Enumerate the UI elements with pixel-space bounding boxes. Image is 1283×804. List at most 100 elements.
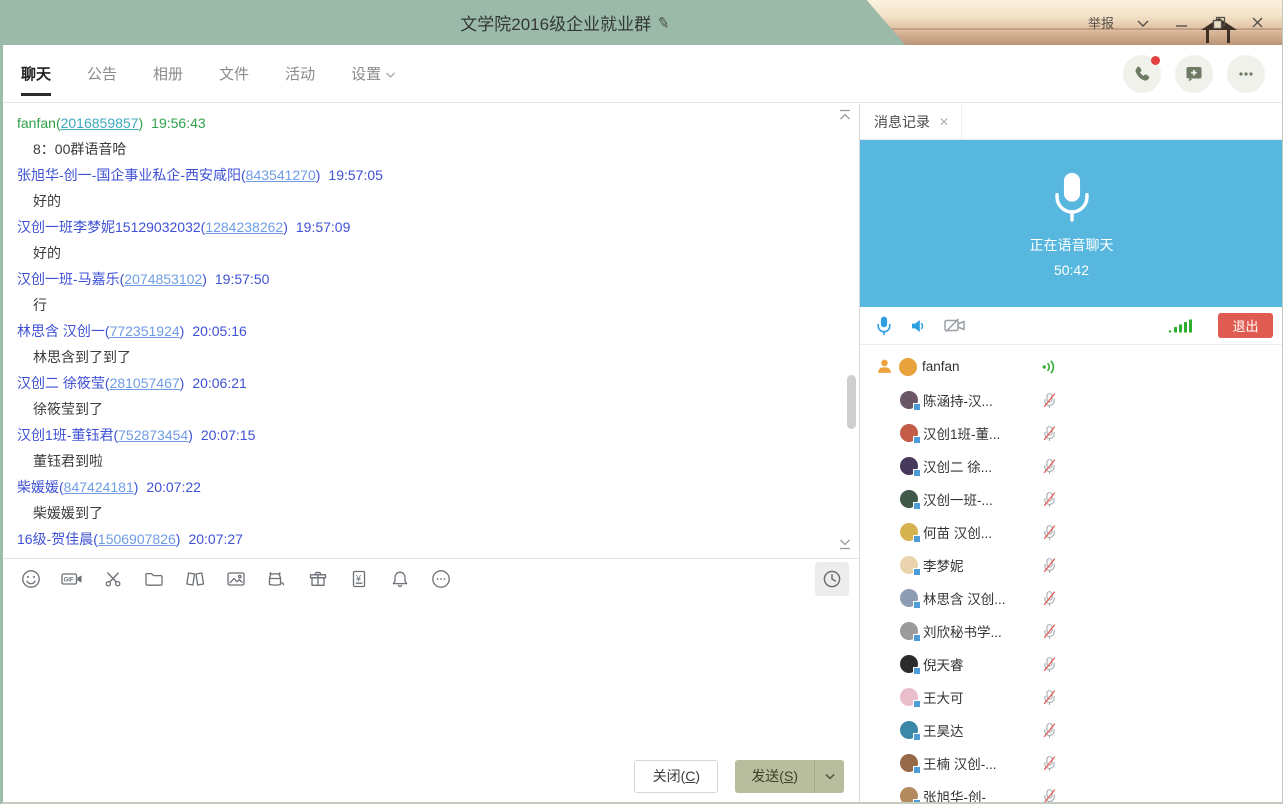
online-device-badge [913, 733, 921, 741]
tab-files[interactable]: 文件 [219, 45, 249, 102]
member-row[interactable]: fanfan [860, 350, 1283, 383]
sender-uin-link[interactable]: 752873454 [118, 427, 188, 443]
muted-mic-icon [1041, 456, 1058, 475]
member-name: 何苗 汉创... [923, 522, 992, 542]
member-row[interactable]: 何苗 汉创... [860, 515, 1283, 548]
message-header: 汉创一班-马嘉乐(2074853102)19:57:50 [3, 266, 859, 292]
member-row[interactable]: 汉创一班-... [860, 482, 1283, 515]
message-text: 行 [3, 292, 859, 318]
emoji-icon[interactable] [19, 567, 43, 591]
minimize-button[interactable] [1162, 8, 1200, 38]
speaking-icon [1041, 358, 1058, 375]
red-packet-icon[interactable]: ¥ [347, 567, 371, 591]
message-header: 张旭华-创一-国企事业私企-西安咸阳(843541270)19:57:05 [3, 162, 859, 188]
tab-announcement[interactable]: 公告 [87, 45, 117, 102]
folder-icon[interactable] [142, 567, 166, 591]
muted-mic-icon [1041, 621, 1058, 640]
close-chat-button[interactable]: 关闭(C) [634, 760, 718, 793]
send-button-label[interactable]: 发送(S) [735, 760, 814, 793]
chat-scrollbar[interactable] [847, 375, 856, 429]
sender-uin-link[interactable]: 281057467 [110, 375, 180, 391]
collage-icon[interactable] [183, 567, 207, 591]
camera-off-icon[interactable] [944, 317, 966, 334]
message: 汉创一班-马嘉乐(2074853102)19:57:50行 [3, 266, 859, 318]
paren: ) [202, 271, 207, 287]
close-button[interactable] [1238, 8, 1276, 38]
member-row[interactable]: 汉创1班-董... [860, 416, 1283, 449]
main-content: fanfan(2016859857)19:56:438：00群语音哈张旭华-创一… [3, 104, 1283, 802]
member-row[interactable]: 倪天睿 [860, 647, 1283, 680]
close-tab-icon[interactable]: ✕ [939, 115, 949, 129]
restore-button[interactable] [1200, 8, 1238, 38]
send-button[interactable]: 发送(S) [735, 760, 844, 793]
scroll-to-top-icon[interactable] [837, 108, 853, 127]
message: 汉创二 徐筱莹(281057467)20:06:21徐筱莹到了 [3, 370, 859, 422]
speaker-toggle-icon[interactable] [910, 318, 926, 334]
composer-buttons: 关闭(C) 发送(S) [3, 750, 859, 802]
message-time: 19:57:09 [296, 219, 351, 235]
mic-toggle-icon[interactable] [876, 315, 892, 336]
message-header: 柴媛媛(847424181)20:07:22 [3, 474, 859, 500]
exit-voice-button[interactable]: 退出 [1218, 313, 1273, 338]
member-row[interactable]: 刘欣秘书学... [860, 614, 1283, 647]
avatar [900, 424, 918, 442]
member-row[interactable]: 林思含 汉创... [860, 581, 1283, 614]
member-row[interactable]: 李梦妮 [860, 548, 1283, 581]
muted-mic-icon [1041, 588, 1058, 607]
scroll-to-bottom-icon[interactable] [837, 537, 853, 556]
muted-mic-icon [1041, 390, 1058, 409]
emoticon-cat-icon[interactable] [265, 567, 289, 591]
sender-uin-link[interactable]: 2074853102 [124, 271, 202, 287]
titlebar: 文学院2016级企业就业群 ✎ 举报 [0, 0, 1283, 45]
edit-group-name-icon[interactable]: ✎ [656, 13, 672, 33]
settings-chevron-icon [385, 71, 396, 79]
tab-activity[interactable]: 活动 [285, 45, 315, 102]
sender-uin-link[interactable]: 772351924 [110, 323, 180, 339]
send-options-chevron[interactable] [814, 760, 844, 793]
sender-uin-link[interactable]: 843541270 [246, 167, 316, 183]
member-name: 张旭华-创- [923, 786, 986, 803]
sender-uin-link[interactable]: 2016859857 [61, 115, 139, 131]
window-menu-chevron-icon[interactable] [1124, 8, 1162, 38]
more-actions-button[interactable] [1227, 55, 1265, 93]
tab-chat[interactable]: 聊天 [21, 45, 51, 102]
tab-album[interactable]: 相册 [153, 45, 183, 102]
tab-settings[interactable]: 设置 [351, 45, 396, 102]
message-sender: 汉创一班-马嘉乐 [17, 271, 120, 287]
voice-call-button[interactable] [1123, 55, 1161, 93]
bell-icon[interactable] [388, 567, 412, 591]
member-row[interactable]: 王昊达 [860, 713, 1283, 746]
more-tools-icon[interactable] [429, 567, 453, 591]
group-tabbar: 聊天公告相册文件活动设置 [3, 45, 1283, 103]
message: 柴媛媛(847424181)20:07:22柴媛媛到了 [3, 474, 859, 526]
message-input[interactable] [3, 598, 859, 750]
message-history-button[interactable] [815, 562, 849, 596]
member-name: 陈涵持-汉... [923, 390, 993, 410]
member-name: 林思含 汉创... [923, 588, 1006, 608]
voice-chat-panel: 正在语音聊天 50:42 [860, 140, 1283, 307]
sender-uin-link[interactable]: 1284238262 [205, 219, 283, 235]
tab-message-history[interactable]: 消息记录 ✕ [860, 104, 962, 139]
sender-uin-link[interactable]: 847424181 [64, 479, 134, 495]
online-device-badge [913, 403, 921, 411]
member-row[interactable]: 陈涵持-汉... [860, 383, 1283, 416]
tab-message-history-label: 消息记录 [874, 112, 930, 132]
member-row[interactable]: 王楠 汉创-... [860, 746, 1283, 779]
image-icon[interactable] [224, 567, 248, 591]
avatar [900, 457, 918, 475]
report-button[interactable]: 举报 [1078, 8, 1124, 38]
sender-uin-link[interactable]: 1506907826 [98, 531, 176, 547]
member-name: 刘欣秘书学... [923, 621, 1002, 641]
screenshot-scissors-icon[interactable] [101, 567, 125, 591]
gift-icon[interactable] [306, 567, 330, 591]
phone-icon [1132, 64, 1152, 84]
voice-status-text: 正在语音聊天 [1030, 235, 1114, 255]
member-row[interactable]: 张旭华-创- [860, 779, 1283, 802]
message-text: 好的 [3, 240, 859, 266]
member-row[interactable]: 汉创二 徐... [860, 449, 1283, 482]
gif-icon[interactable]: GIF [60, 567, 84, 591]
message-time: 20:07:15 [201, 427, 256, 443]
member-row[interactable]: 王大可 [860, 680, 1283, 713]
new-chat-button[interactable] [1175, 55, 1213, 93]
muted-mic-icon [1041, 720, 1058, 739]
